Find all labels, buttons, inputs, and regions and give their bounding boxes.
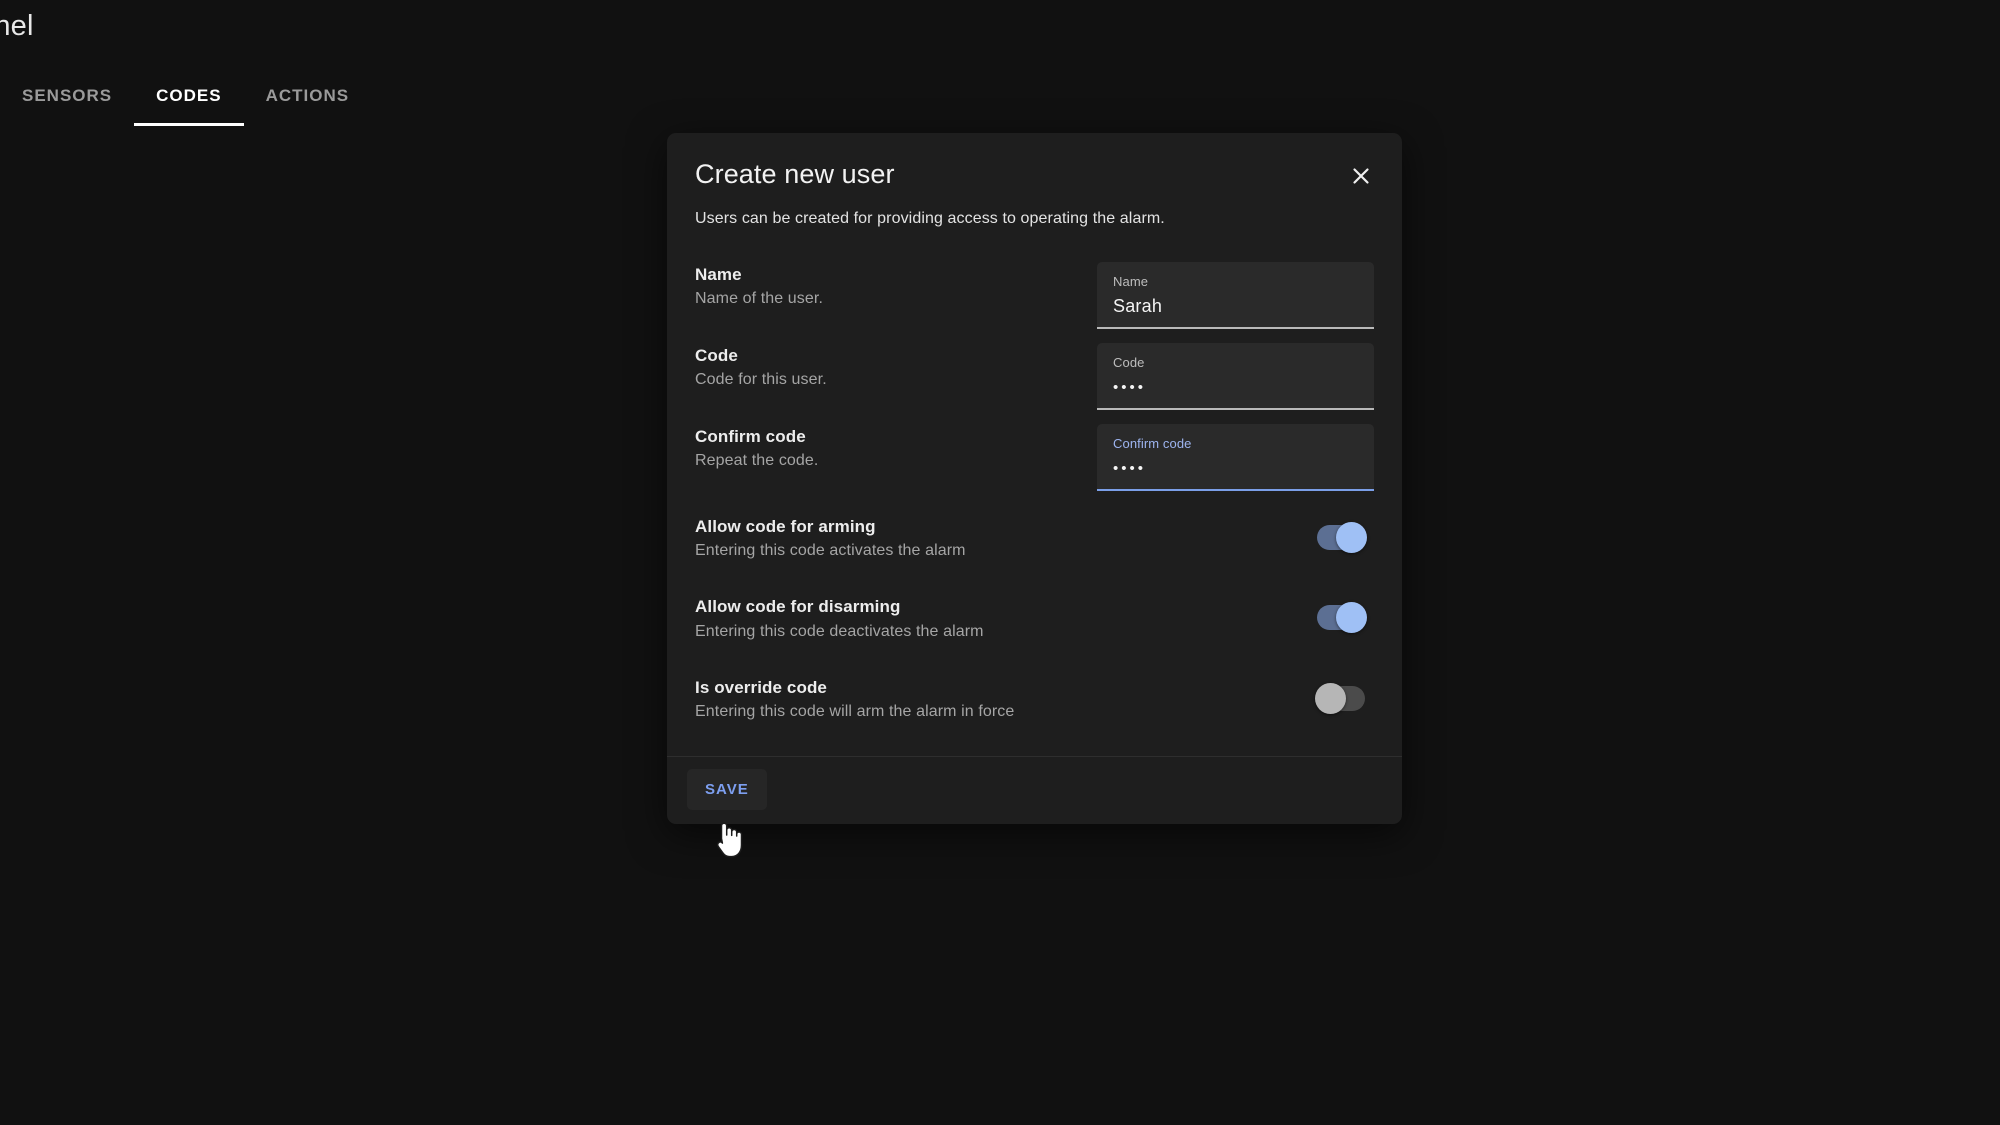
setting-row-allow-arming: Allow code for arming Entering this code… bbox=[695, 497, 1374, 577]
row-text: Confirm code Repeat the code. bbox=[695, 424, 1073, 471]
dialog-body: Name Name of the user. Name Sarah Code C… bbox=[667, 232, 1402, 738]
page-title: anel bbox=[0, 10, 34, 42]
confirm-code-field-label: Confirm code bbox=[1113, 436, 1192, 451]
row-text: Code Code for this user. bbox=[695, 343, 1073, 390]
row-label: Code bbox=[695, 346, 738, 365]
close-button[interactable] bbox=[1340, 155, 1382, 197]
row-label: Name bbox=[695, 265, 742, 284]
row-text: Allow code for arming Entering this code… bbox=[695, 514, 1293, 561]
row-text: Allow code for disarming Entering this c… bbox=[695, 594, 1293, 641]
confirm-code-field-value: •••• bbox=[1113, 459, 1147, 477]
dialog-header: Create new user Users can be created for… bbox=[667, 133, 1402, 232]
name-field-value: Sarah bbox=[1113, 295, 1163, 316]
toggle-allow-disarming[interactable] bbox=[1317, 602, 1367, 634]
toggle-knob bbox=[1336, 602, 1367, 634]
row-label: Is override code bbox=[695, 677, 827, 697]
setting-row-is-override: Is override code Entering this code will… bbox=[695, 658, 1374, 738]
name-field-label: Name bbox=[1113, 274, 1149, 289]
row-label: Allow code for disarming bbox=[695, 597, 901, 617]
code-field[interactable]: Code •••• bbox=[1097, 343, 1374, 410]
app-background: anel SENSORS CODES ACTIONS Create new us… bbox=[0, 0, 2000, 1125]
toggle-allow-arming[interactable] bbox=[1317, 522, 1367, 554]
tab-sensors[interactable]: SENSORS bbox=[0, 74, 134, 126]
row-description: Entering this code will arm the alarm in… bbox=[695, 702, 1015, 720]
tab-codes[interactable]: CODES bbox=[134, 74, 245, 126]
row-label: Allow code for arming bbox=[695, 517, 876, 536]
setting-row-code: Code Code for this user. Code •••• bbox=[695, 335, 1374, 416]
dialog-footer: SAVE bbox=[667, 755, 1402, 824]
setting-row-name: Name Name of the user. Name Sarah bbox=[695, 254, 1374, 335]
toggle-knob bbox=[1315, 682, 1346, 714]
row-description: Code for this user. bbox=[695, 371, 827, 389]
row-description: Entering this code activates the alarm bbox=[695, 542, 966, 560]
create-new-user-dialog: Create new user Users can be created for… bbox=[667, 133, 1402, 824]
toggle-is-override[interactable] bbox=[1315, 682, 1365, 714]
setting-row-confirm-code: Confirm code Repeat the code. Confirm co… bbox=[695, 416, 1374, 497]
code-field-label: Code bbox=[1113, 355, 1145, 370]
row-text: Name Name of the user. bbox=[695, 262, 1073, 309]
pointer-hand-cursor bbox=[713, 818, 743, 860]
row-description: Name of the user. bbox=[695, 290, 823, 308]
tab-bar: SENSORS CODES ACTIONS bbox=[0, 74, 371, 126]
tab-actions[interactable]: ACTIONS bbox=[244, 74, 372, 126]
row-description: Entering this code deactivates the alarm bbox=[695, 622, 984, 640]
code-field-value: •••• bbox=[1113, 378, 1147, 396]
row-label: Confirm code bbox=[695, 427, 806, 446]
toggle-knob bbox=[1336, 522, 1367, 554]
close-icon bbox=[1350, 165, 1372, 187]
confirm-code-field[interactable]: Confirm code •••• bbox=[1097, 424, 1374, 491]
row-description: Repeat the code. bbox=[695, 452, 819, 470]
row-text: Is override code Entering this code will… bbox=[695, 675, 1293, 722]
dialog-title: Create new user bbox=[695, 159, 895, 189]
setting-row-allow-disarming: Allow code for disarming Entering this c… bbox=[695, 577, 1374, 657]
save-button[interactable]: SAVE bbox=[687, 768, 767, 810]
name-field[interactable]: Name Sarah bbox=[1097, 262, 1374, 329]
dialog-subtitle: Users can be created for providing acces… bbox=[695, 210, 1165, 227]
